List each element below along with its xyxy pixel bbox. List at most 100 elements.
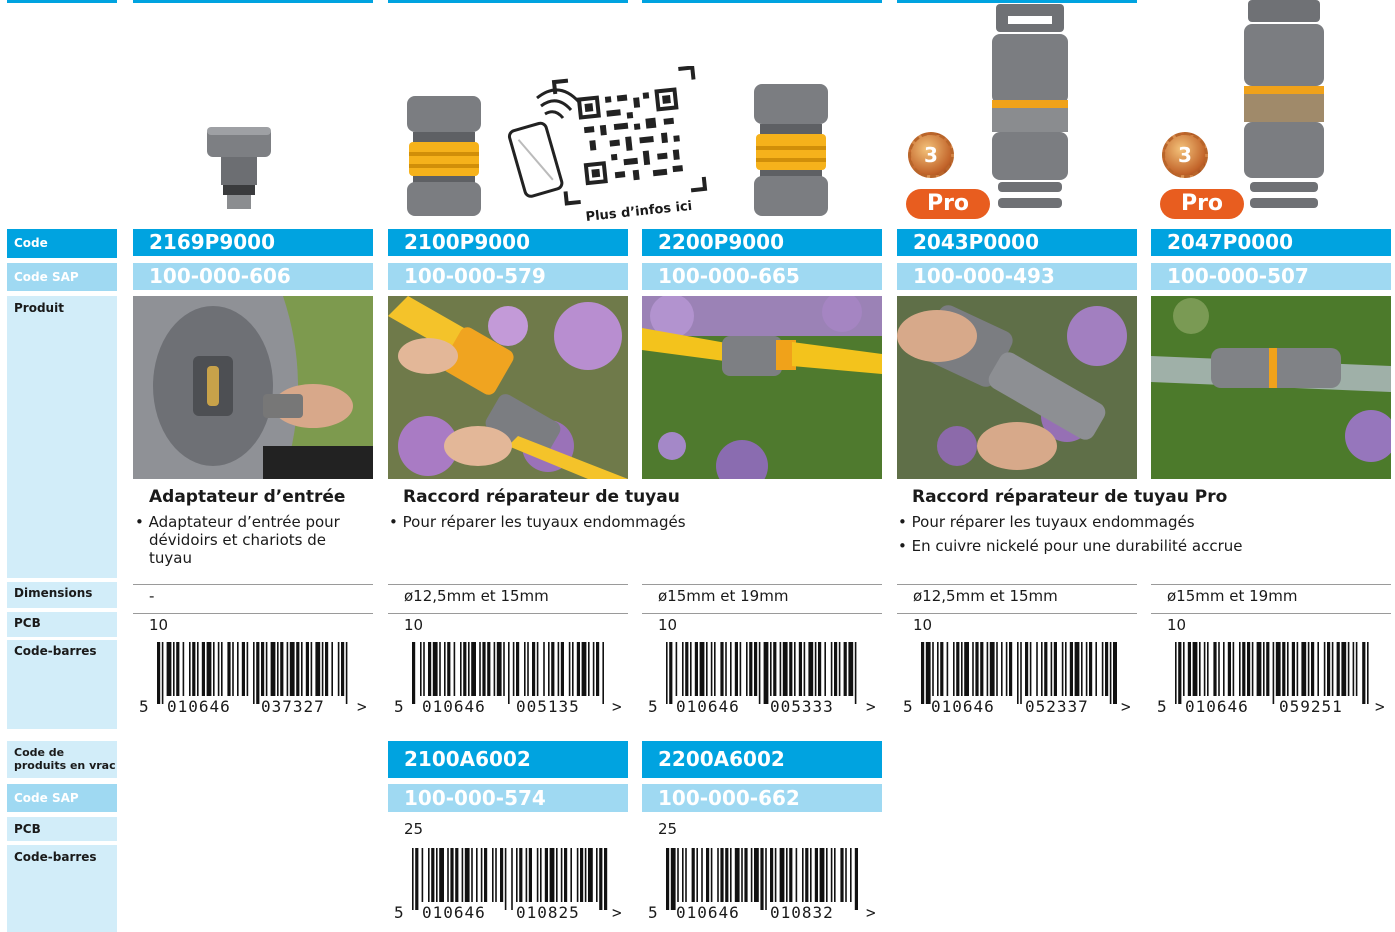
barcode-bar: [480, 848, 483, 902]
barcode-bar: [1336, 642, 1340, 696]
bulk-sap-code: 100-000-574: [388, 784, 628, 812]
barcode-bar: [989, 642, 995, 696]
barcode-bar: [1207, 642, 1209, 696]
barcode-bar: [720, 848, 724, 902]
barcode-bar: [487, 642, 491, 696]
barcode-bar: [492, 848, 494, 902]
barcode-bar: [602, 642, 604, 704]
barcode-bar: [432, 642, 438, 696]
barcode-bar: [511, 848, 513, 910]
product-sap-code: 100-000-579: [388, 263, 628, 290]
barcode-bar: [468, 642, 470, 696]
product-title: Raccord réparateur de tuyau Pro: [912, 487, 1228, 507]
barcode-first-digit: 5: [394, 903, 405, 922]
barcode-bar: [525, 848, 528, 902]
product-sap-code: 100-000-665: [642, 263, 882, 290]
barcode-bar: [669, 642, 673, 704]
product-code: 2043P0000: [897, 229, 1137, 256]
barcode-bar: [854, 642, 857, 704]
barcode-bar: [500, 848, 504, 902]
barcode-bar: [1251, 642, 1254, 696]
barcode-bar: [484, 848, 488, 902]
barcode-bar: [1323, 642, 1326, 696]
barcode-bar: [256, 642, 260, 704]
dimensions-value: ø12,5mm et 15mm: [897, 584, 1137, 606]
barcode-group-left: 010646: [931, 697, 995, 716]
barcode-bar: [701, 848, 703, 902]
barcode-bar: [315, 642, 321, 696]
barcode-bar: [439, 848, 444, 902]
pcb-value: 10: [1151, 613, 1391, 635]
barcode-group-right: 010825: [516, 903, 580, 922]
bulk-product-code: 2200A6002: [642, 741, 882, 778]
barcode-bar: [734, 642, 738, 696]
barcode-bar: [986, 642, 989, 696]
barcode-bar: [1081, 642, 1083, 696]
barcode-bar: [599, 848, 603, 910]
barcode-bar: [581, 642, 587, 696]
product-bullet: • Adaptateur d’entrée pour dévidoirs et …: [135, 513, 340, 567]
barcode-bar: [758, 642, 761, 704]
pcb-value: 10: [133, 613, 373, 635]
barcode-bar: [830, 848, 833, 902]
barcode-bar: [461, 848, 464, 902]
barcode-bar: [476, 848, 478, 902]
barcode-bar: [750, 848, 753, 902]
barcode-bar: [543, 642, 545, 696]
barcode-bar: [1089, 642, 1093, 696]
barcode-bar: [826, 848, 828, 902]
barcode-group-right: 037327: [261, 697, 325, 716]
barcode-bar: [770, 642, 772, 696]
barcode-bar: [495, 848, 497, 902]
barcode-bar: [830, 642, 833, 696]
barcode-bar: [221, 642, 223, 696]
label-bulk-code-barres: Code-barres: [7, 845, 117, 932]
barcode-bar: [706, 848, 710, 902]
barcode-bar: [819, 848, 825, 902]
barcode-first-digit: 5: [903, 697, 914, 716]
barcode-bar: [544, 848, 548, 902]
barcode-bar: [337, 642, 340, 696]
barcode-bar: [1296, 642, 1299, 696]
barcode-bar: [232, 642, 234, 696]
barcode-bar: [428, 848, 430, 902]
barcode-bar: [805, 848, 809, 902]
barcode-bar: [524, 642, 526, 696]
barcode-bar: [1101, 642, 1104, 696]
product-sap-code: 100-000-507: [1151, 263, 1391, 290]
barcode-group-right: 059251: [1279, 697, 1343, 716]
barcode-bar: [1187, 642, 1191, 696]
barcode-bar: [760, 848, 764, 910]
barcode-bar: [1232, 642, 1235, 696]
barcode-bar: [1109, 642, 1112, 704]
barcode-bar: [504, 848, 507, 910]
barcode: 5 010646 037327 >: [133, 642, 373, 717]
barcode-bar: [741, 848, 743, 902]
barcode-bar: [568, 642, 571, 696]
barcode-bar: [450, 848, 454, 902]
barcode-bar: [192, 642, 196, 696]
product-bullet: • Pour réparer les tuyaux endommagés: [898, 513, 1195, 531]
barcode-group-left: 010646: [676, 903, 740, 922]
barcode-bar: [455, 848, 459, 902]
barcode-bar: [570, 848, 572, 902]
bulk-barcode: 5 010646 010825 >: [388, 848, 628, 923]
barcode-bar: [341, 642, 345, 696]
barcode-bar: [1192, 642, 1198, 696]
barcode-bar: [1053, 642, 1057, 696]
barcode-bar: [1242, 642, 1246, 696]
barcode-bar: [596, 642, 600, 696]
barcode-bar: [717, 848, 719, 902]
barcode-bar: [325, 642, 329, 696]
barcode-bar: [925, 642, 931, 704]
barcode-bar: [921, 642, 925, 704]
barcode-bar: [280, 642, 284, 696]
barcode-quiet-zone-mark: >: [1375, 697, 1386, 716]
barcode-bar: [838, 642, 841, 696]
barcode-first-digit: 5: [394, 697, 405, 716]
product-bullet: • En cuivre nickelé pour une durabilité …: [898, 537, 1243, 555]
barcode-bar: [572, 642, 574, 696]
barcode-bar: [588, 642, 590, 696]
barcode-group-right: 005333: [770, 697, 834, 716]
barcode-bar: [527, 642, 529, 696]
